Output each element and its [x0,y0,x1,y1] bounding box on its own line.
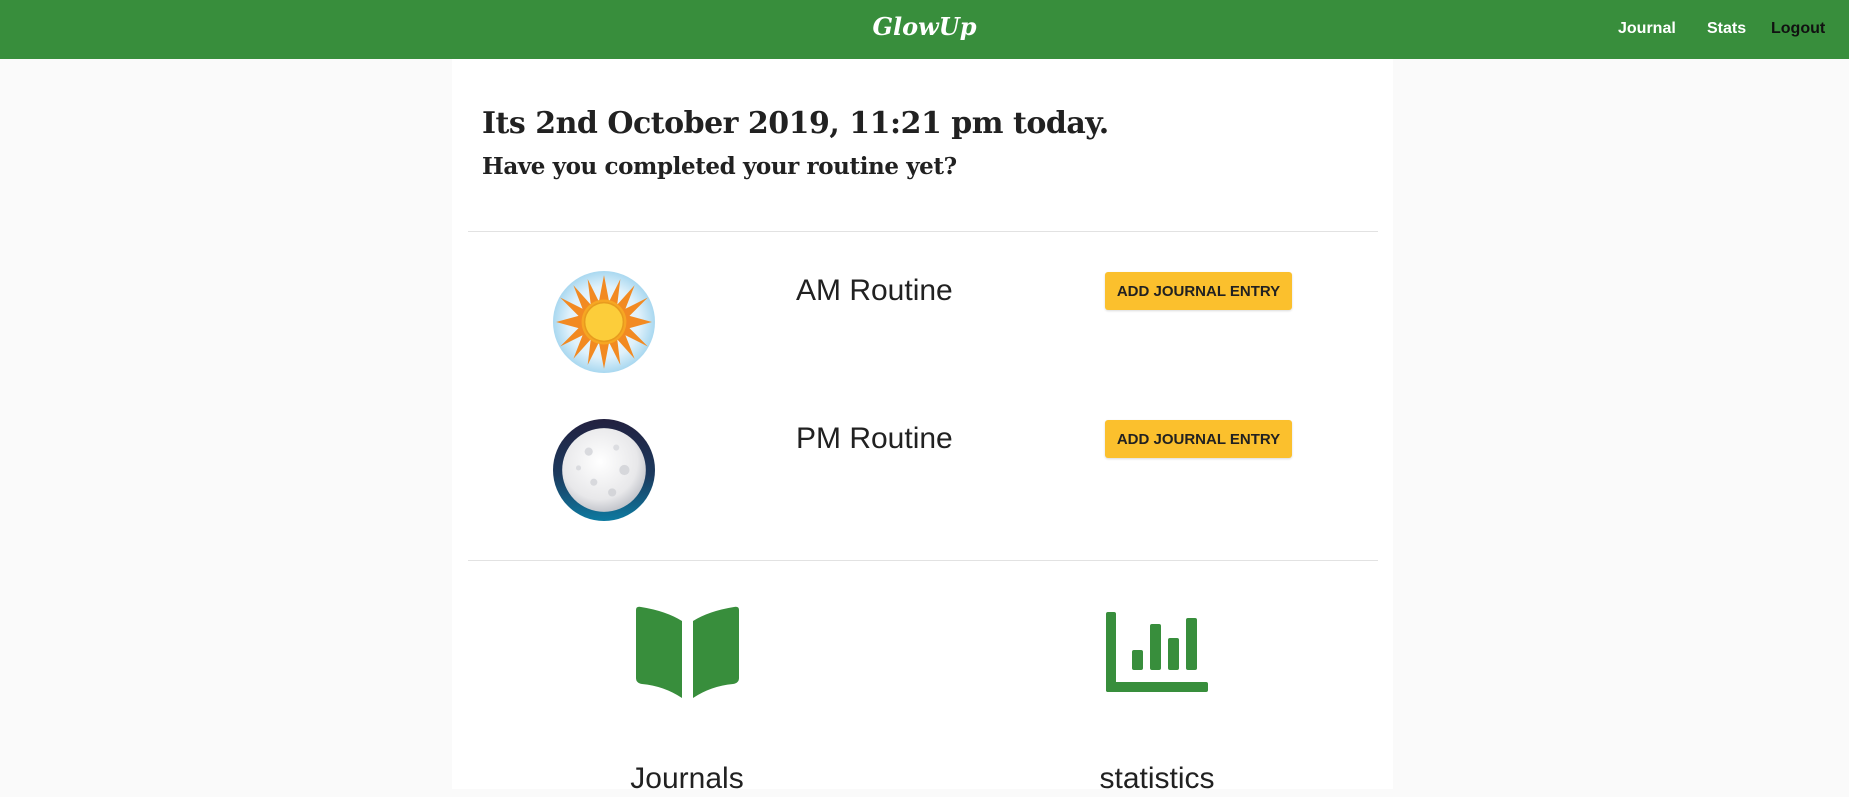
sun-icon [553,271,655,373]
nav-stats-link[interactable]: Stats [1707,19,1746,39]
am-add-journal-entry-button[interactable]: ADD JOURNAL ENTRY [1105,272,1292,310]
book-icon[interactable] [636,606,739,698]
brand-logo[interactable]: GlowUp [0,12,1849,42]
pm-add-journal-entry-button[interactable]: ADD JOURNAL ENTRY [1105,420,1292,458]
journals-link[interactable]: Journals [587,761,787,797]
nav-logout-link[interactable]: Logout [1771,19,1825,39]
moon-icon [553,419,655,521]
page-headline: Its 2nd October 2019, 11:21 pm today. [482,106,1109,141]
page-subline: Have you completed your routine yet? [482,153,957,180]
am-routine-title: AM Routine [796,274,953,307]
divider [468,560,1378,561]
main-content: Its 2nd October 2019, 11:21 pm today. Ha… [452,59,1393,795]
statistics-link[interactable]: statistics [1057,761,1257,797]
top-navbar: GlowUp Journal Stats Logout [0,0,1849,59]
pm-routine-title: PM Routine [796,422,953,455]
nav-journal-link[interactable]: Journal [1618,19,1676,39]
bar-chart-icon[interactable] [1106,612,1208,692]
divider [468,231,1378,232]
